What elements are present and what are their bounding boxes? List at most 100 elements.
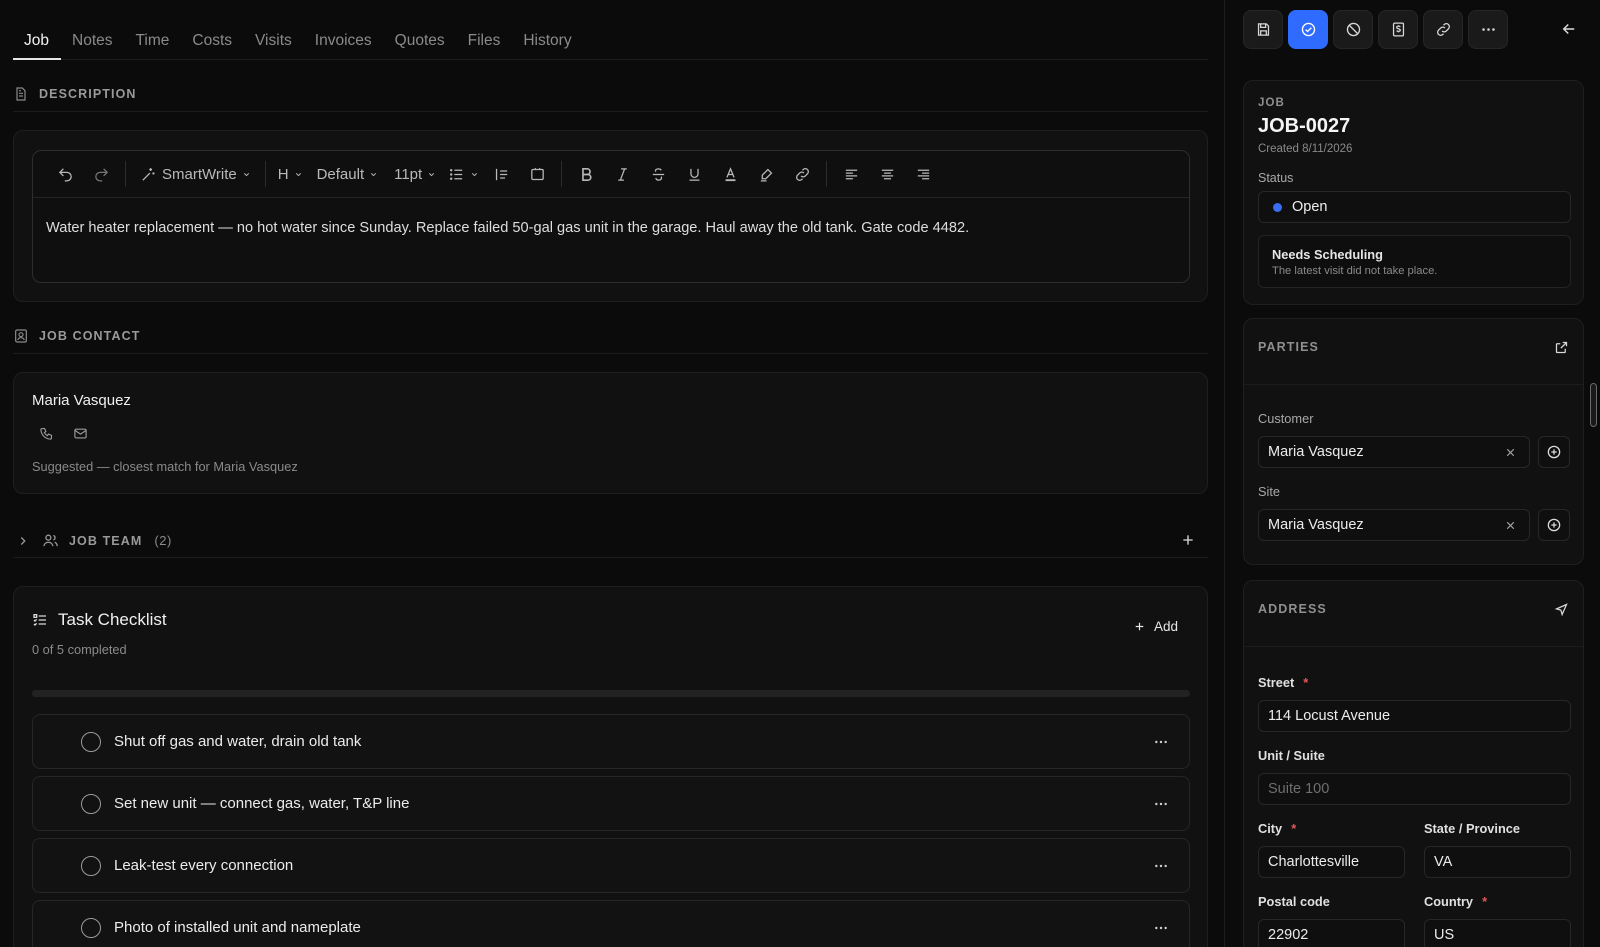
divider <box>13 353 1208 354</box>
smartwrite-button[interactable]: SmartWrite <box>132 158 259 190</box>
more-icon[interactable] <box>1153 734 1169 750</box>
bold-button[interactable] <box>568 158 604 190</box>
strikethrough-icon <box>652 167 664 181</box>
redo-button[interactable] <box>83 158 119 190</box>
postal-code-label: Postal code <box>1258 894 1330 909</box>
street-label: Street * <box>1258 675 1309 690</box>
save-icon <box>1257 23 1269 36</box>
add-task-button[interactable]: Add <box>1133 619 1178 634</box>
status-select[interactable]: Open <box>1258 191 1571 223</box>
text-color-button[interactable] <box>712 158 748 190</box>
complete-button[interactable] <box>1288 10 1328 49</box>
task-item[interactable]: Set new unit — connect gas, water, T&P l… <box>32 776 1190 831</box>
text-color-icon <box>725 166 736 181</box>
tab-files[interactable]: Files <box>456 20 512 60</box>
checklist-icon <box>33 614 46 626</box>
task-checkbox[interactable] <box>81 917 101 938</box>
blockquote-icon <box>495 168 507 180</box>
contact-name[interactable]: Maria Vasquez <box>32 392 131 409</box>
task-checklist-summary: 0 of 5 completed <box>32 642 127 657</box>
tab-costs[interactable]: Costs <box>181 20 244 60</box>
country-input[interactable]: US <box>1424 919 1571 947</box>
more-icon[interactable] <box>1153 858 1169 874</box>
divider <box>1244 384 1583 385</box>
bold-icon <box>581 167 592 181</box>
task-checkbox[interactable] <box>81 855 101 876</box>
copy-link-button[interactable] <box>1423 10 1463 49</box>
heading-dropdown[interactable]: H <box>272 158 309 190</box>
document-icon <box>16 87 26 101</box>
cancel-job-button[interactable] <box>1333 10 1373 49</box>
add-team-member-icon[interactable] <box>1180 532 1196 548</box>
chevron-right-icon[interactable] <box>16 534 30 548</box>
save-button[interactable] <box>1243 10 1283 49</box>
panel-scrollbar[interactable] <box>1590 383 1597 427</box>
align-left-button[interactable] <box>833 158 869 190</box>
blockquote-button[interactable] <box>483 158 519 190</box>
more-icon[interactable] <box>1153 796 1169 812</box>
add-site-button[interactable] <box>1538 509 1570 541</box>
tab-job[interactable]: Job <box>13 20 61 60</box>
city-input[interactable]: Charlottesville <box>1258 846 1405 878</box>
state-input[interactable]: VA <box>1424 846 1571 878</box>
tab-history[interactable]: History <box>512 20 583 60</box>
underline-button[interactable] <box>676 158 712 190</box>
italic-button[interactable] <box>604 158 640 190</box>
font-size-dropdown[interactable]: 11pt <box>386 158 444 190</box>
clear-icon[interactable] <box>1504 519 1517 532</box>
list-dropdown[interactable] <box>444 158 483 190</box>
job-team-row[interactable]: JOB TEAM (2) <box>13 524 1208 558</box>
underline-icon <box>689 168 700 181</box>
arrow-left-icon[interactable] <box>1560 20 1578 38</box>
align-right-button[interactable] <box>905 158 941 190</box>
postal-code-input[interactable]: 22902 <box>1258 919 1405 947</box>
checklist-progress-bar <box>32 690 1190 697</box>
description-text[interactable]: Water heater replacement — no hot water … <box>33 198 1189 259</box>
mail-icon[interactable] <box>73 426 88 441</box>
clear-icon[interactable] <box>1504 446 1517 459</box>
task-checkbox[interactable] <box>81 793 101 814</box>
undo-button[interactable] <box>47 158 83 190</box>
code-block-icon <box>530 167 544 180</box>
task-checkbox[interactable] <box>81 731 101 752</box>
code-block-button[interactable] <box>519 158 555 190</box>
unit-input[interactable]: Suite 100 <box>1258 773 1571 805</box>
tab-visits[interactable]: Visits <box>244 20 304 60</box>
add-customer-button[interactable] <box>1538 436 1570 468</box>
align-center-button[interactable] <box>869 158 905 190</box>
task-item[interactable]: Photo of installed unit and nameplate <box>32 900 1190 947</box>
font-dropdown[interactable]: Default <box>309 158 387 190</box>
task-label: Leak-test every connection <box>114 857 294 874</box>
phone-icon[interactable] <box>39 426 54 441</box>
align-left-icon <box>845 169 857 179</box>
site-field[interactable]: Maria Vasquez <box>1258 509 1530 541</box>
tab-quotes[interactable]: Quotes <box>383 20 456 60</box>
site-label: Site <box>1258 484 1281 499</box>
external-link-icon[interactable] <box>1554 340 1569 355</box>
tab-invoices[interactable]: Invoices <box>303 20 383 60</box>
plus-circle-icon <box>1547 445 1561 459</box>
divider <box>13 111 1208 112</box>
strikethrough-button[interactable] <box>640 158 676 190</box>
highlight-button[interactable] <box>748 158 784 190</box>
job-team-label: JOB TEAM <box>69 533 143 548</box>
link-button[interactable] <box>784 158 820 190</box>
task-item[interactable]: Shut off gas and water, drain old tank <box>32 714 1190 769</box>
invoice-button[interactable] <box>1378 10 1418 49</box>
task-item[interactable]: Leak-test every connection <box>32 838 1190 893</box>
navigate-icon[interactable] <box>1554 602 1569 617</box>
more-icon[interactable] <box>1153 920 1169 936</box>
tab-time[interactable]: Time <box>124 20 181 60</box>
unit-label: Unit / Suite <box>1258 748 1325 763</box>
street-input[interactable]: 114 Locust Avenue <box>1258 700 1571 732</box>
required-marker: * <box>1291 821 1297 836</box>
link-icon <box>795 167 809 181</box>
tab-notes[interactable]: Notes <box>61 20 125 60</box>
app: Job Notes Time Costs Visits Invoices Quo… <box>0 0 1600 947</box>
chevron-down-icon <box>472 172 478 176</box>
toolbar-separator <box>561 161 563 187</box>
rich-text-editor: SmartWrite H Default 11pt Water heater r… <box>32 150 1190 283</box>
customer-field[interactable]: Maria Vasquez <box>1258 436 1530 468</box>
more-actions-button[interactable] <box>1468 10 1508 49</box>
customer-label: Customer <box>1258 411 1314 426</box>
